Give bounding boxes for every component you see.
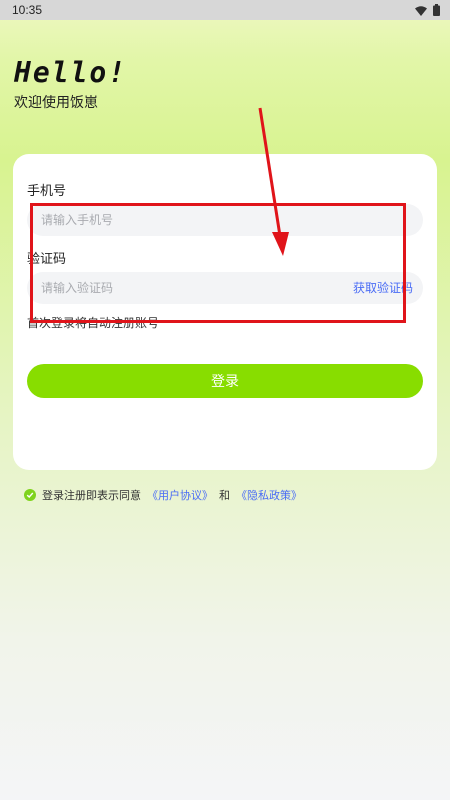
phone-label: 手机号 <box>27 184 67 199</box>
agree-checkbox[interactable] <box>24 489 36 501</box>
agreement-row: 登录注册即表示同意 《用户协议》 和 《隐私政策》 <box>24 487 302 503</box>
status-bar: 10:35 <box>0 0 450 20</box>
battery-icon <box>433 1 440 20</box>
phone-input-box[interactable] <box>27 204 423 236</box>
code-label: 验证码 <box>27 252 67 267</box>
agreement-prefix: 登录注册即表示同意 <box>42 489 141 502</box>
check-icon <box>26 492 34 498</box>
login-card: 手机号 验证码 获取验证码 首次登录将自动注册账号 登录 <box>13 154 437 470</box>
status-icons <box>415 1 440 20</box>
phone-input[interactable] <box>41 213 409 227</box>
welcome-text: 欢迎使用饭崽 <box>14 95 98 111</box>
auto-register-hint: 首次登录将自动注册账号 <box>27 316 160 330</box>
wifi-icon <box>415 1 427 20</box>
get-code-button[interactable]: 获取验证码 <box>353 272 413 304</box>
status-time: 10:35 <box>12 3 43 17</box>
user-agreement-link[interactable]: 《用户协议》 <box>147 487 213 503</box>
agreement-and: 和 <box>219 489 230 502</box>
privacy-policy-link[interactable]: 《隐私政策》 <box>236 487 302 503</box>
code-input-box[interactable]: 获取验证码 <box>27 272 423 304</box>
login-button[interactable]: 登录 <box>27 364 423 398</box>
hello-title: Hello! <box>14 56 128 89</box>
